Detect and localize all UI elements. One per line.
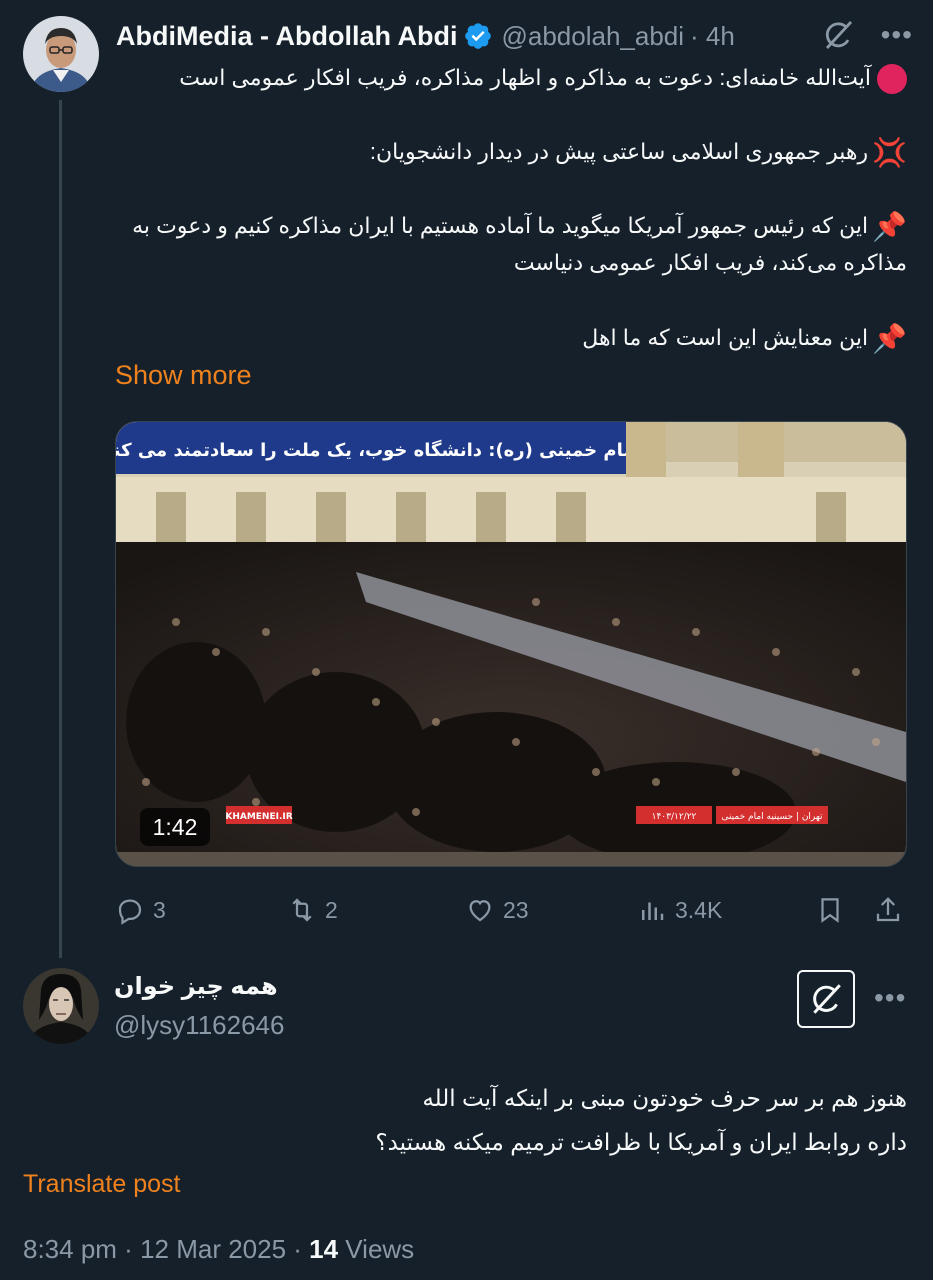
- repost-icon: [292, 898, 312, 922]
- like-button[interactable]: 23: [465, 888, 529, 932]
- post-views-label: Views: [338, 1234, 415, 1264]
- anger-symbol-icon: 💢: [872, 137, 907, 169]
- show-more-link[interactable]: Show more: [115, 360, 252, 391]
- tweet-paragraph-2: 💢رهبر جمهوری اسلامی ساعتی پیش در دیدار د…: [107, 134, 907, 171]
- more-icon[interactable]: •••: [881, 21, 913, 49]
- author-handle[interactable]: @abdolah_abdi: [501, 21, 684, 52]
- meta-separator: ·: [116, 1234, 141, 1264]
- date-caption: ۱۴۰۳/۱۲/۲۲: [652, 812, 697, 822]
- post-time[interactable]: 8:34 pm: [23, 1234, 117, 1264]
- like-icon: [469, 900, 491, 922]
- video-duration: 1:42: [140, 808, 210, 846]
- verified-icon: [465, 23, 492, 49]
- tweet-paragraph-4: 📌این معنایش این است که ما اهل: [107, 320, 907, 357]
- repost-button[interactable]: 2: [287, 888, 338, 932]
- reply-button[interactable]: 3: [115, 888, 166, 932]
- pushpin-icon: 📌: [872, 211, 907, 243]
- pushpin-icon: 📌: [872, 323, 907, 355]
- thread-line: [59, 100, 62, 958]
- repost-count: 2: [325, 896, 338, 923]
- tweet-header: AbdiMedia - Abdollah Abdi @abdolah_abdi …: [116, 16, 735, 56]
- post-meta: 8:34 pm · 12 Mar 2025 · 14 Views: [23, 1234, 414, 1265]
- grok-button[interactable]: [797, 970, 855, 1028]
- tweet-body: آیت‌الله خامنه‌ای: دعوت به مذاکره و اظها…: [107, 60, 907, 96]
- location-caption: تهران | حسینیه امام خمینی: [721, 812, 823, 822]
- tweet-top-icons: •••: [821, 18, 913, 52]
- views-button[interactable]: 3.4K: [637, 888, 722, 932]
- tweet-time[interactable]: · 4h: [690, 21, 735, 52]
- bookmark-button[interactable]: [815, 888, 845, 932]
- channel-logo: KHAMENEI.IR: [225, 812, 292, 822]
- author-avatar[interactable]: [23, 16, 99, 92]
- author-name[interactable]: AbdiMedia - Abdollah Abdi: [116, 21, 457, 52]
- post-date[interactable]: 12 Mar 2025: [140, 1234, 286, 1264]
- reply-body: هنوز هم بر سر حرف خودتون مبنی بر اینکه آ…: [87, 1076, 907, 1164]
- tweet-actions: 3 2 23 3.4K: [115, 888, 910, 932]
- reply-author-name[interactable]: همه چیز خوان: [114, 972, 278, 1001]
- post-views-count[interactable]: 14: [309, 1234, 338, 1264]
- reply-count: 3: [153, 896, 166, 923]
- tweet-paragraph-3: 📌این که رئیس جمهور آمریکا میگوید ما آماد…: [129, 208, 907, 281]
- tweet-line-4: این معنایش این است که ما اهل: [582, 325, 869, 350]
- reply-author-avatar[interactable]: [23, 968, 99, 1044]
- share-button[interactable]: [873, 888, 903, 932]
- red-circle-icon: [877, 64, 907, 95]
- reply-line-2: داره روابط ایران و آمریکا با ظرافت ترمیم…: [375, 1129, 907, 1155]
- grok-icon[interactable]: [821, 18, 855, 52]
- views-icon: [642, 902, 664, 920]
- reply-more-icon[interactable]: •••: [874, 984, 906, 1012]
- reply-line-1: هنوز هم بر سر حرف خودتون مبنی بر اینکه آ…: [422, 1085, 907, 1111]
- meta-separator: ·: [286, 1234, 310, 1264]
- reply-icon: [118, 899, 142, 925]
- banner-text: امام خمینی (ره): دانشگاه خوب، یک ملت را …: [116, 439, 641, 461]
- tweet-line-2: رهبر جمهوری اسلامی ساعتی پیش در دیدار دا…: [369, 139, 869, 164]
- like-count: 23: [503, 896, 529, 923]
- tweet-line-1: آیت‌الله خامنه‌ای: دعوت به مذاکره و اظها…: [107, 60, 907, 96]
- video-media[interactable]: امام خمینی (ره): دانشگاه خوب، یک ملت را …: [115, 421, 907, 867]
- grok-icon: [813, 984, 841, 1014]
- reply-author-handle[interactable]: @lysy1162646: [114, 1010, 284, 1041]
- views-count: 3.4K: [675, 896, 723, 923]
- translate-post-link[interactable]: Translate post: [23, 1170, 180, 1199]
- bookmark-icon: [821, 898, 839, 923]
- share-icon: [876, 897, 900, 922]
- tweet-line-3: این که رئیس جمهور آمریکا میگوید ما آماده…: [132, 213, 907, 276]
